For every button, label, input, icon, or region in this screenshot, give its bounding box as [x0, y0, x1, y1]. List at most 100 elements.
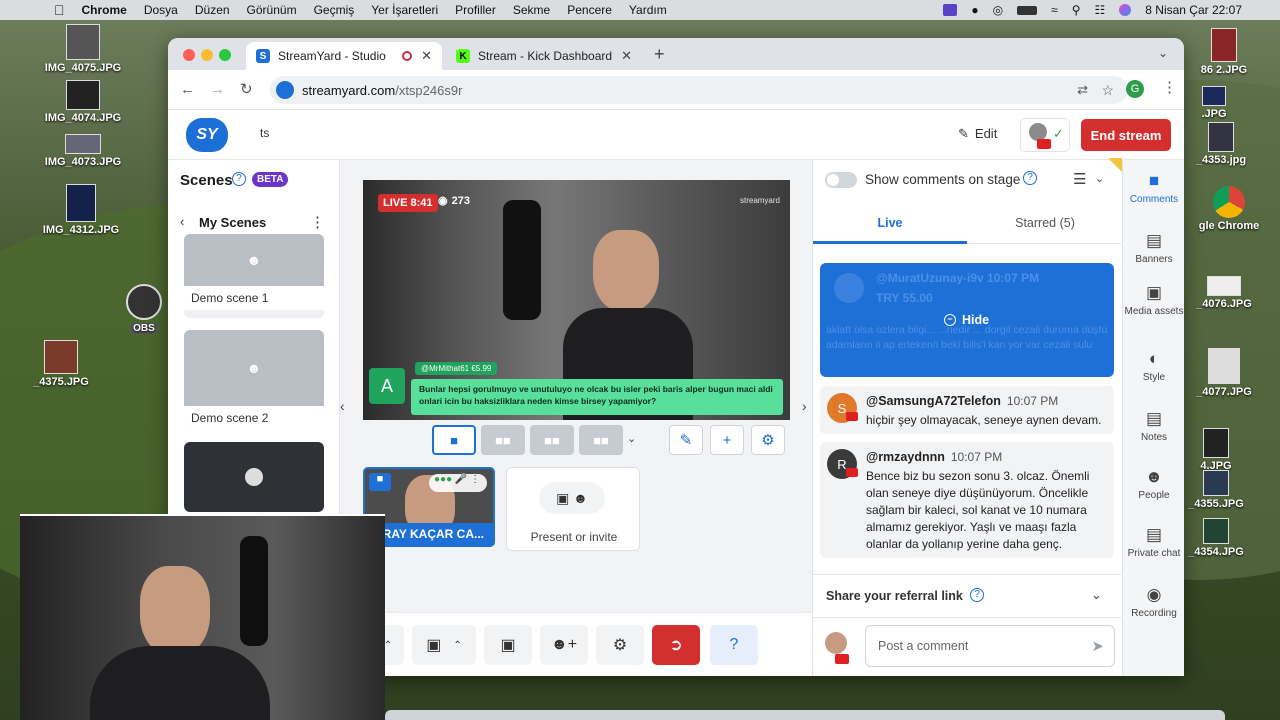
menu-item-tab[interactable]: Sekme — [513, 3, 550, 17]
streamyard-logo[interactable]: SY — [186, 118, 228, 152]
menu-item-view[interactable]: Görünüm — [247, 3, 297, 17]
nav-media-assets[interactable]: ▣ Media assets — [1123, 284, 1184, 318]
tab-live[interactable]: Live — [813, 204, 967, 244]
back-chevron-icon[interactable]: ‹ — [180, 214, 184, 229]
airdrop-icon[interactable]: ◎ — [993, 3, 1003, 17]
close-tab-icon[interactable]: ✕ — [421, 48, 432, 64]
nav-banners[interactable]: ▤ Banners — [1123, 232, 1184, 266]
collapse-left-icon[interactable]: ‹ — [340, 398, 345, 414]
help-button[interactable]: ? — [710, 625, 758, 665]
desktop-icon[interactable]: _4353.jpg — [1184, 122, 1258, 166]
layout-dropdown-icon[interactable]: ⌄ — [627, 432, 636, 445]
help-icon[interactable]: ? — [232, 172, 246, 186]
close-tab-icon[interactable]: ✕ — [621, 48, 632, 64]
menu-item-window[interactable]: Pencere — [567, 3, 612, 17]
settings-button[interactable]: ⚙ — [596, 625, 644, 665]
menu-item-bookmarks[interactable]: Yer İşaretleri — [371, 3, 438, 17]
help-icon[interactable]: ? — [1023, 171, 1037, 185]
desktop-icon[interactable]: IMG_4075.JPG — [40, 24, 126, 74]
desktop-icon[interactable]: IMG_4312.JPG — [36, 184, 126, 236]
bookmark-star-icon[interactable]: ☆ — [1101, 82, 1114, 99]
menu-app-name[interactable]: Chrome — [82, 3, 127, 17]
battery-icon[interactable] — [1017, 5, 1038, 15]
collapse-right-icon[interactable]: › — [802, 398, 807, 414]
show-on-stage-toggle[interactable] — [825, 172, 857, 188]
desktop-icon[interactable]: _4077.JPG — [1184, 348, 1264, 398]
commenter-avatar[interactable] — [823, 632, 851, 666]
back-icon[interactable]: ← — [180, 82, 195, 98]
desktop-icon[interactable]: _4354.JPG — [1184, 518, 1248, 558]
post-comment-input[interactable]: Post a comment ➤ — [865, 625, 1115, 667]
send-icon[interactable]: ➤ — [1091, 637, 1104, 655]
destination-youtube[interactable]: ✓ — [1020, 118, 1070, 152]
apple-icon[interactable]:  — [54, 2, 65, 18]
screen-record-icon[interactable] — [943, 4, 958, 16]
layout-group-button[interactable]: ■■ — [481, 425, 525, 455]
tab-search-icon[interactable]: ⌄ — [1158, 46, 1168, 60]
on-stage-icon[interactable]: ■ — [369, 473, 391, 491]
menu-item-profiles[interactable]: Profiller — [455, 3, 496, 17]
desktop-icon[interactable]: IMG_4074.JPG — [40, 80, 126, 124]
stage-settings-button[interactable]: ⚙ — [751, 425, 785, 455]
desktop-icon-obs[interactable]: OBS — [124, 284, 164, 334]
layout-more-button[interactable]: ■■ — [579, 425, 623, 455]
filter-settings-icon[interactable]: ☰ — [1073, 170, 1086, 188]
scene-card-2[interactable]: ☻ Demo scene 2 — [184, 330, 324, 430]
mic-options-icon[interactable]: ⌃ — [384, 640, 392, 651]
tab-kick[interactable]: K Stream - Kick Dashboard ✕ — [446, 42, 642, 70]
siri-icon[interactable] — [1119, 4, 1132, 16]
minimize-window-button[interactable] — [201, 49, 213, 61]
layout-leader-button[interactable]: ■■ — [530, 425, 574, 455]
participant-controls[interactable]: ●●● 🎤 ⋮ — [429, 474, 487, 492]
scene-card-1[interactable]: ☻ Demo scene 1 — [184, 234, 324, 318]
search-icon[interactable]: ⚲ — [1072, 3, 1081, 17]
new-tab-icon[interactable]: + — [654, 44, 665, 65]
leave-studio-button[interactable]: ➲ — [652, 625, 700, 665]
nav-people[interactable]: ☻ People — [1123, 468, 1184, 502]
filter-dropdown-icon[interactable]: ⌄ — [1095, 172, 1104, 185]
tab-streamyard[interactable]: S StreamYard - Studio ✕ — [246, 42, 442, 70]
menu-item-edit[interactable]: Düzen — [195, 3, 230, 17]
address-bar[interactable]: streamyard.com/xtsp246s9r ⇄ ☆ — [270, 76, 1128, 104]
user-icon[interactable]: ● — [971, 3, 978, 17]
help-icon[interactable]: ? — [970, 588, 984, 602]
edit-button[interactable]: ✎ Edit — [958, 126, 997, 142]
desktop-icon[interactable]: _4355.JPG — [1184, 470, 1248, 510]
invite-button[interactable]: ☻+ — [540, 625, 588, 665]
menu-item-file[interactable]: Dosya — [144, 3, 178, 17]
stage-preview[interactable]: LIVE 8:41 ◉ 273 streamyard A @MrMithat61 … — [363, 180, 790, 420]
layout-solo-button[interactable]: ■ — [432, 425, 476, 455]
end-stream-button[interactable]: End stream — [1081, 119, 1171, 151]
desktop-icon-chrome[interactable]: gle Chrome — [1184, 186, 1274, 232]
reload-icon[interactable]: ↻ — [240, 82, 253, 98]
hidden-super-chat[interactable]: @MuratUzunay-i9v 10:07 PM TRY 55.00 akla… — [820, 263, 1114, 377]
nav-style[interactable]: ◐ Style — [1123, 350, 1184, 384]
menu-item-help[interactable]: Yardım — [629, 3, 667, 17]
nav-recording[interactable]: ◉ Recording — [1123, 586, 1184, 620]
forward-icon[interactable]: → — [210, 82, 225, 98]
broadcast-title[interactable]: ts — [260, 126, 269, 140]
zoom-window-button[interactable] — [219, 49, 231, 61]
nav-notes[interactable]: ▤ Notes — [1123, 410, 1184, 444]
hide-button[interactable]: − Hide — [944, 313, 989, 327]
add-to-stage-button[interactable]: + — [710, 425, 744, 455]
camera-button[interactable]: ▣ ⌃ — [412, 625, 476, 665]
present-or-invite-tile[interactable]: ▣ ☻ Present or invite — [506, 467, 640, 551]
referral-section[interactable]: Share your referral link ? ⌄ — [813, 574, 1123, 618]
profile-avatar[interactable]: G — [1126, 80, 1144, 98]
nav-private-chat[interactable]: ▤ Private chat — [1123, 526, 1184, 560]
menu-clock[interactable]: 8 Nisan Çar 22:07 — [1145, 3, 1242, 17]
translate-icon[interactable]: ⇄ — [1077, 82, 1088, 98]
camera-options-icon[interactable]: ⌃ — [453, 640, 461, 651]
site-info-icon[interactable] — [276, 81, 294, 99]
desktop-icon[interactable]: IMG_4073.JPG — [40, 134, 126, 168]
comment-item[interactable]: S @SamsungA72Telefon 10:07 PM hiçbir şey … — [820, 386, 1114, 434]
tab-starred[interactable]: Starred (5) — [967, 204, 1123, 244]
wifi-icon[interactable]: ≈ — [1051, 3, 1058, 17]
edit-stage-button[interactable]: ✎ — [669, 425, 703, 455]
desktop-icon[interactable]: _4076.JPG — [1184, 276, 1264, 310]
desktop-icon[interactable]: 4.JPG — [1184, 428, 1248, 472]
desktop-icon[interactable]: _4375.JPG — [26, 340, 96, 388]
menu-item-history[interactable]: Geçmiş — [314, 3, 355, 17]
chevron-down-icon[interactable]: ⌄ — [1091, 587, 1102, 603]
